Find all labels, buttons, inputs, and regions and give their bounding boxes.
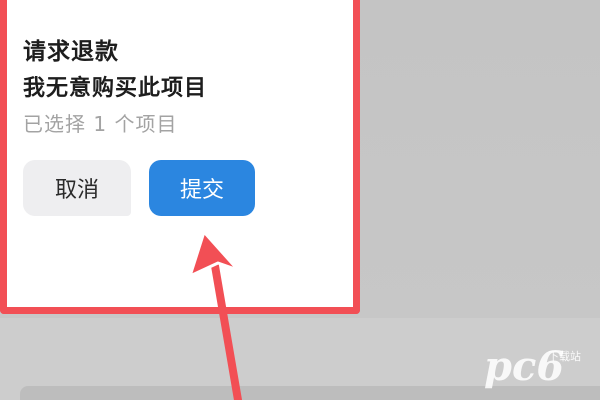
submit-button[interactable]: 提交 [149, 160, 255, 216]
dialog-title: 请求退款 [23, 39, 119, 65]
refund-reason: 我无意购买此项目 [23, 76, 208, 101]
selected-count: 已选择 1 个项目 [23, 112, 178, 136]
cancel-button[interactable]: 取消 [23, 160, 131, 216]
watermark-sub-text: 下载站 [548, 350, 581, 363]
refund-dialog: 请求退款 我无意购买此项目 已选择 1 个项目 取消 提交 [0, 0, 360, 314]
watermark-logo: pc6 下载站 [484, 344, 594, 394]
